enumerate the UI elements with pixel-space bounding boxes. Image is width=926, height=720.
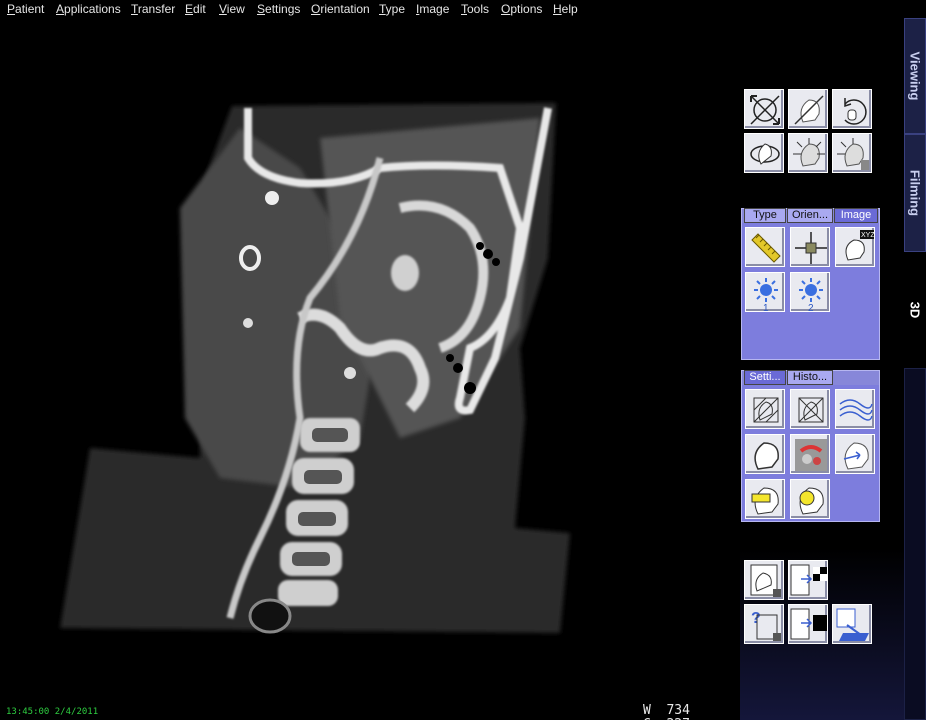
light-1-icon[interactable]: 1 (745, 272, 785, 313)
menu-edit[interactable]: Edit (185, 2, 206, 16)
type-panel: Type Orien... Image XYZ 1 2 (741, 208, 880, 360)
window-label: W (643, 703, 651, 718)
tab-histogram[interactable]: Histo... (787, 370, 833, 385)
tab-image[interactable]: Image (834, 208, 878, 223)
menu-transfer[interactable]: Transfer (131, 2, 175, 16)
send-black-icon[interactable] (788, 604, 828, 644)
light-head-icon[interactable] (788, 133, 828, 173)
ruler-icon[interactable] (745, 227, 785, 267)
vector-head-icon[interactable] (835, 434, 875, 474)
menu-image[interactable]: Image (416, 2, 449, 16)
yellow-circle-head-icon[interactable] (790, 479, 830, 519)
xyz-head-icon[interactable]: XYZ (835, 227, 875, 267)
outline-head-icon[interactable] (745, 434, 785, 474)
menu-settings[interactable]: Settings (257, 2, 300, 16)
menu-tools[interactable]: Tools (461, 2, 489, 16)
light-2-icon[interactable]: 2 (790, 272, 830, 313)
menu-patient[interactable]: Patient (7, 2, 44, 16)
window-value: 734 (666, 703, 690, 718)
menu-help[interactable]: Help (553, 2, 578, 16)
menu-orientation[interactable]: Orientation (311, 2, 370, 16)
svg-text:1: 1 (763, 303, 769, 313)
menu-view[interactable]: View (219, 2, 245, 16)
send-film-icon[interactable] (788, 560, 828, 600)
type-panel-body: XYZ 1 2 (742, 223, 879, 359)
settings-panel-body (742, 385, 879, 521)
tab-type[interactable]: Type (744, 208, 786, 223)
grid-head-icon[interactable] (745, 389, 785, 429)
timestamp: 13:45:00 2/4/2011 (6, 707, 99, 717)
settings-panel: Setti... Histo... (741, 370, 880, 522)
menu-type[interactable]: Type (379, 2, 405, 16)
menu-applications[interactable]: Applications (56, 2, 121, 16)
tab-settings[interactable]: Setti... (744, 370, 786, 385)
side-panel: Viewing Filming 3D Type Orien... Image X… (740, 18, 926, 720)
film-head-icon[interactable] (744, 560, 784, 600)
ct-image (60, 103, 570, 634)
ct-viewport[interactable]: W 734 C 227 (0, 18, 740, 720)
menu-options[interactable]: Options (501, 2, 542, 16)
tab-empty (904, 368, 926, 720)
svg-text:2: 2 (808, 303, 814, 313)
yellow-bar-head-icon[interactable] (745, 479, 785, 519)
hand-rotate-icon[interactable] (832, 89, 872, 129)
waves-head-icon[interactable] (835, 389, 875, 429)
help-head-icon[interactable]: ? (744, 604, 784, 644)
svg-text:?: ? (751, 610, 761, 627)
rotate-head-icon[interactable] (788, 89, 828, 129)
light-move-icon[interactable] (832, 133, 872, 173)
export-icon[interactable] (832, 604, 872, 644)
window-level-readout: W 734 C 227 (643, 704, 690, 720)
tab-orientation[interactable]: Orien... (787, 208, 833, 223)
tab-3d[interactable]: 3D (904, 252, 926, 368)
zoom-arrows-icon[interactable] (744, 89, 784, 129)
crosshair-icon[interactable] (790, 227, 830, 267)
svg-text:XYZ: XYZ (861, 232, 875, 239)
menu-bar: Patient Applications Transfer Edit View … (0, 0, 926, 18)
colored-skull-icon[interactable] (790, 434, 830, 474)
tab-viewing[interactable]: Viewing (904, 18, 926, 134)
tab-filming[interactable]: Filming (904, 134, 926, 252)
orbit-icon[interactable] (744, 133, 784, 173)
grid-head-2-icon[interactable] (790, 389, 830, 429)
